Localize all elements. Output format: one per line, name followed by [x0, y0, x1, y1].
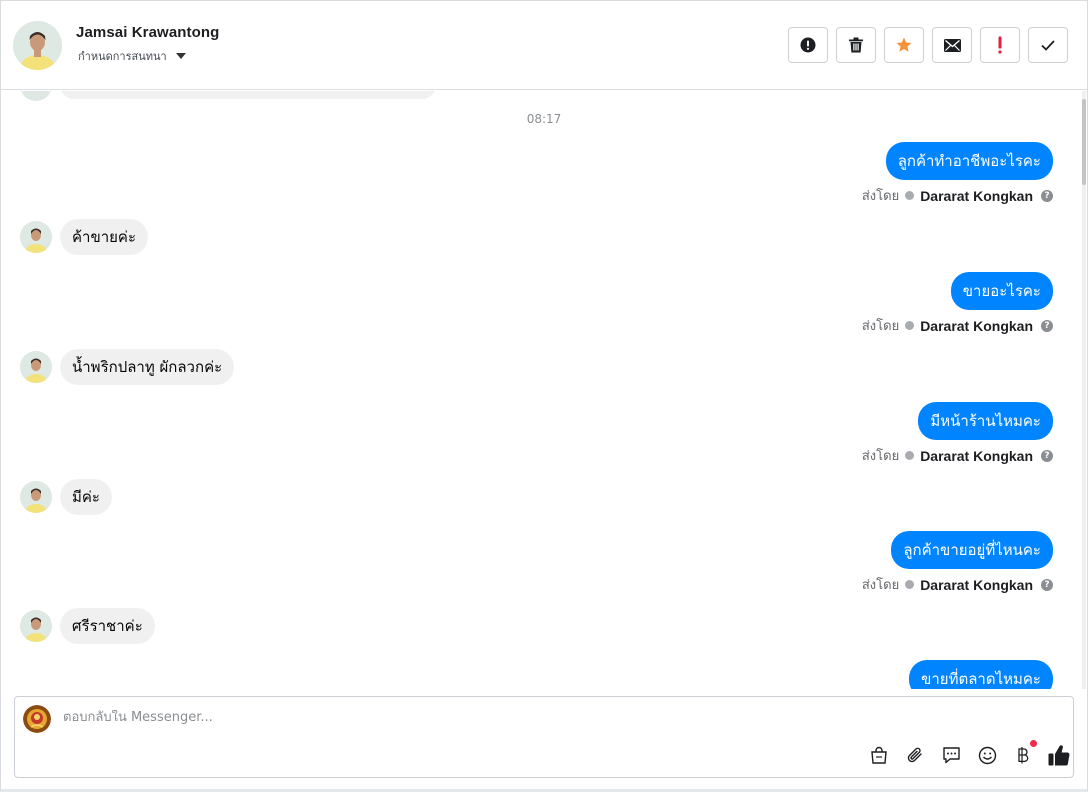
help-icon[interactable]: ? — [1041, 578, 1053, 591]
check-icon — [1041, 39, 1055, 51]
message-bubble: ศรีราชาค่ะ — [60, 608, 155, 644]
agent-name[interactable]: Dararat Kongkan — [920, 577, 1033, 593]
sent-by-info: ส่งโดย Dararat Kongkan ? — [862, 315, 1053, 336]
message-bubble: มีค่ะ — [60, 479, 112, 515]
emoji-button[interactable] — [975, 743, 999, 767]
agent-status-icon — [905, 451, 915, 460]
incoming-message[interactable]: ค้าขายค่ะ — [20, 219, 149, 255]
star-icon — [896, 37, 912, 52]
help-icon[interactable]: ? — [1041, 449, 1053, 462]
timestamp: 08:17 — [526, 112, 562, 126]
paperclip-icon — [907, 747, 922, 763]
thread-scrollbar[interactable] — [1082, 91, 1086, 689]
composer-tools — [867, 740, 1073, 767]
saved-reply-button[interactable] — [939, 743, 963, 767]
page-avatar — [23, 705, 51, 733]
shopping-bag-button[interactable] — [867, 743, 891, 767]
agent-name[interactable]: Dararat Kongkan — [920, 448, 1033, 464]
outgoing-message[interactable]: มีหน้าร้านไหมคะ — [918, 402, 1053, 440]
message-bubble: ลูกค้าขายอยู่ที่ไหนคะ — [891, 531, 1053, 569]
contact-name[interactable]: Jamsai Krawantong — [76, 24, 219, 41]
outgoing-message[interactable]: ขายที่ตลาดไหมคะ — [909, 660, 1053, 689]
sent-by-info: ส่งโดย Dararat Kongkan ? — [862, 574, 1053, 595]
agent-name[interactable]: Dararat Kongkan — [920, 188, 1033, 204]
previous-message-bubble — [60, 91, 436, 99]
sent-by-label: ส่งโดย — [861, 319, 900, 334]
notification-dot — [1030, 740, 1037, 747]
saved-reply-icon — [942, 747, 960, 764]
follow-up-button[interactable] — [980, 27, 1020, 63]
messenger-inbox-window: Jamsai Krawantong กำหนดการสนทนา 08:17 ลู… — [0, 0, 1088, 792]
caret-down-icon — [175, 53, 186, 59]
help-icon[interactable]: ? — [1041, 189, 1053, 202]
header-actions — [788, 27, 1068, 63]
message-bubble: ขายที่ตลาดไหมคะ — [909, 660, 1053, 689]
shopping-bag-icon — [871, 746, 887, 764]
conversation-header: Jamsai Krawantong กำหนดการสนทนา — [1, 1, 1087, 90]
incoming-message[interactable]: มีค่ะ — [20, 479, 112, 515]
trash-icon — [849, 37, 863, 53]
message-bubble: ขายอะไรคะ — [950, 272, 1053, 310]
outgoing-message[interactable]: ลูกค้าขายอยู่ที่ไหนคะ — [891, 531, 1053, 569]
agent-name[interactable]: Dararat Kongkan — [920, 318, 1033, 334]
mark-unread-button[interactable] — [932, 27, 972, 63]
sent-by-info: ส่งโดย Dararat Kongkan ? — [862, 445, 1053, 466]
conversation-setting-label: กำหนดการสนทนา — [78, 50, 167, 63]
outgoing-message[interactable]: ลูกค้าทำอาชีพอะไรคะ — [885, 142, 1053, 180]
contact-avatar-small — [20, 351, 52, 383]
contact-avatar-small — [20, 610, 52, 642]
sent-by-label: ส่งโดย — [861, 449, 900, 464]
star-button[interactable] — [884, 27, 924, 63]
message-bubble: ค้าขายค่ะ — [60, 219, 149, 255]
exclamation-icon — [998, 36, 1002, 54]
sent-by-info: ส่งโดย Dararat Kongkan ? — [862, 185, 1053, 206]
envelope-icon — [943, 38, 961, 52]
outgoing-message[interactable]: ขายอะไรคะ — [950, 272, 1053, 310]
attach-file-button[interactable] — [903, 743, 927, 767]
report-spam-button[interactable] — [788, 27, 828, 63]
message-bubble: มีหน้าร้านไหมคะ — [918, 402, 1053, 440]
contact-avatar-small — [20, 481, 52, 513]
agent-status-icon — [905, 321, 915, 330]
agent-status-icon — [905, 580, 915, 589]
message-bubble: ลูกค้าทำอาชีพอะไรคะ — [885, 142, 1053, 180]
thumbs-up-icon — [1048, 744, 1070, 766]
message-thread[interactable]: 08:17 ลูกค้าทำอาชีพอะไรคะ ส่งโดย Dararat… — [1, 91, 1087, 689]
help-icon[interactable]: ? — [1041, 319, 1053, 332]
scrollbar-thumb[interactable] — [1082, 99, 1086, 185]
reply-composer — [14, 696, 1074, 778]
send-like-button[interactable] — [1047, 743, 1071, 767]
emoji-icon — [978, 746, 996, 764]
sent-by-label: ส่งโดย — [861, 189, 900, 204]
reply-input[interactable] — [63, 710, 963, 725]
payment-button[interactable] — [1011, 740, 1037, 767]
mark-done-button[interactable] — [1028, 27, 1068, 63]
conversation-setting-dropdown[interactable]: กำหนดการสนทนา — [78, 47, 186, 65]
contact-avatar[interactable] — [13, 21, 62, 70]
baht-payment-icon — [1018, 747, 1029, 764]
contact-avatar-small — [20, 91, 52, 101]
alert-circle-icon — [800, 37, 816, 53]
incoming-message[interactable]: ศรีราชาค่ะ — [20, 608, 155, 644]
delete-button[interactable] — [836, 27, 876, 63]
message-bubble: น้ำพริกปลาทู ผักลวกค่ะ — [60, 349, 235, 385]
incoming-message[interactable]: น้ำพริกปลาทู ผักลวกค่ะ — [20, 349, 235, 385]
sent-by-label: ส่งโดย — [861, 578, 900, 593]
contact-avatar-small — [20, 221, 52, 253]
agent-status-icon — [905, 191, 915, 200]
previous-message-fragment — [20, 91, 436, 101]
